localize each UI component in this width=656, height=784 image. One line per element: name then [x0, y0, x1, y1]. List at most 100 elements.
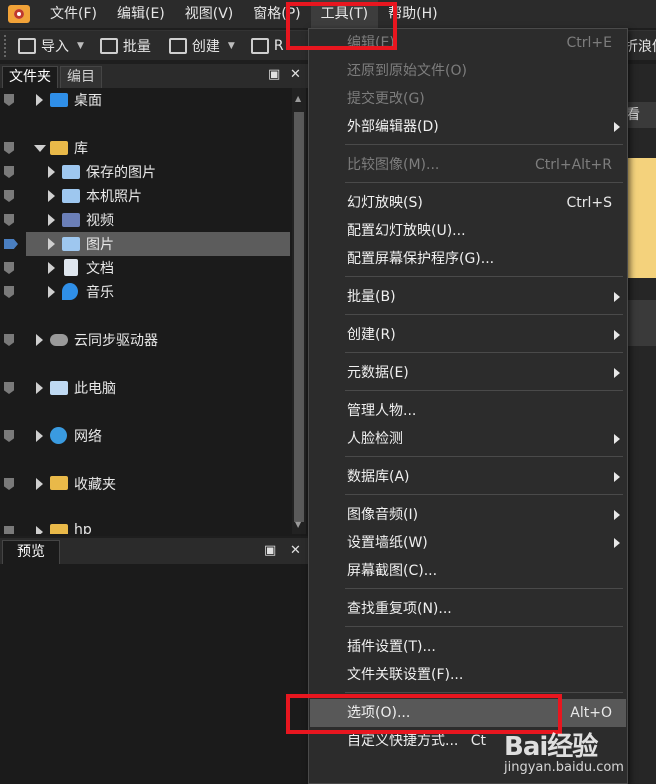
tree-item-documents[interactable]: 文档: [0, 256, 290, 280]
menu-item-batch[interactable]: 批量(B): [310, 283, 626, 311]
chevron-down-icon[interactable]: ▼: [77, 41, 84, 51]
expand-arrow-icon[interactable]: [36, 478, 43, 490]
tree-item-label: 库: [74, 141, 88, 157]
desktop-icon: [50, 93, 68, 107]
tree-item-this-pc[interactable]: 此电脑: [0, 376, 290, 400]
create-icon: [168, 37, 187, 54]
expand-arrow-icon[interactable]: [48, 190, 55, 202]
expand-arrow-icon[interactable]: [36, 94, 43, 106]
menu-item-metadata[interactable]: 元数据(E): [310, 359, 626, 387]
tree-item-saved-pictures[interactable]: 保存的图片: [0, 160, 290, 184]
submenu-arrow-icon: [614, 368, 620, 378]
import-button[interactable]: 导入 ▼: [14, 32, 94, 60]
tree-item-label: 图片: [86, 237, 114, 253]
pin-icon[interactable]: ▣: [268, 67, 280, 82]
menu-item-compare-images[interactable]: 比较图像(M)... Ctrl+Alt+R: [310, 151, 626, 179]
tree-item-hp[interactable]: hp: [0, 520, 290, 534]
shortcut-label: Ctrl+E: [566, 35, 613, 51]
annotation-box-tools-menu: [286, 2, 397, 50]
tree-item-local-photos[interactable]: 本机照片: [0, 184, 290, 208]
computer-icon: [50, 381, 68, 395]
bookmark-icon: [4, 190, 14, 202]
expand-arrow-icon[interactable]: [36, 334, 43, 346]
tree-item-music[interactable]: 音乐: [0, 280, 290, 304]
thumbnail[interactable]: [626, 158, 656, 278]
tree-item-label: 桌面: [74, 93, 102, 109]
menu-item-set-wallpaper[interactable]: 设置墙纸(W): [310, 529, 626, 557]
submenu-arrow-icon: [614, 292, 620, 302]
tab-preview[interactable]: 预览: [2, 540, 60, 564]
tools-menu: 编辑(E) Ctrl+E 还原到原始文件(O) 提交更改(G) 外部编辑器(D)…: [308, 28, 628, 784]
import-icon: [18, 37, 36, 54]
import-label: 导入: [41, 38, 69, 55]
submenu-arrow-icon: [614, 538, 620, 548]
menu-item-label: 配置幻灯放映(U)...: [347, 223, 466, 239]
tree-item-pictures[interactable]: 图片: [0, 232, 290, 256]
menu-view[interactable]: 视图(V): [175, 0, 244, 28]
expand-arrow-icon[interactable]: [48, 238, 55, 250]
chevron-down-icon[interactable]: ▼: [228, 41, 235, 51]
expand-arrow-icon[interactable]: [36, 526, 43, 534]
menu-item-find-duplicates[interactable]: 查找重复项(N)...: [310, 595, 626, 623]
scroll-down-icon[interactable]: ▼: [295, 520, 301, 529]
menu-item-commit-changes[interactable]: 提交更改(G): [310, 85, 626, 113]
overflow-button[interactable]: R: [247, 32, 288, 60]
menu-item-configure-screensaver[interactable]: 配置屏幕保护程序(G)...: [310, 245, 626, 273]
tree-item-label: 网络: [74, 429, 102, 445]
expand-arrow-icon[interactable]: [48, 214, 55, 226]
scrollbar-thumb[interactable]: [294, 112, 304, 522]
menu-item-file-association[interactable]: 文件关联设置(F)...: [310, 661, 626, 689]
menu-item-label: 设置墙纸(W): [347, 535, 428, 551]
cloud-icon: [50, 334, 68, 346]
menu-item-database[interactable]: 数据库(A): [310, 463, 626, 491]
shortcut-label: Ctrl+Alt+R: [534, 157, 612, 173]
menu-item-label: 文件关联设置(F)...: [347, 667, 464, 683]
tree-item-network[interactable]: 网络: [0, 424, 290, 448]
close-icon[interactable]: ✕: [290, 543, 301, 558]
bookmark-icon: [4, 382, 14, 394]
pictures-icon: [62, 165, 80, 179]
bookmark-icon: [4, 94, 14, 106]
scroll-up-icon[interactable]: ▲: [295, 94, 301, 103]
menu-item-label: 人脸检测: [347, 431, 403, 447]
expand-arrow-icon[interactable]: [48, 286, 55, 298]
menu-item-face-detection[interactable]: 人脸检测: [310, 425, 626, 453]
tree-item-cloud-drive[interactable]: 云同步驱动器: [0, 328, 290, 352]
menu-separator: [345, 456, 623, 457]
overflow-label: R: [273, 37, 284, 54]
menu-item-create[interactable]: 创建(R): [310, 321, 626, 349]
menu-item-screen-capture[interactable]: 屏幕截图(C)...: [310, 557, 626, 585]
tree-item-library[interactable]: 库: [0, 136, 290, 160]
menu-item-plugin-settings[interactable]: 插件设置(T)...: [310, 633, 626, 661]
library-folder-icon: [50, 141, 68, 155]
pin-icon[interactable]: ▣: [264, 543, 276, 558]
menu-item-manage-people[interactable]: 管理人物...: [310, 397, 626, 425]
menu-item-revert-original[interactable]: 还原到原始文件(O): [310, 57, 626, 85]
tab-catalog[interactable]: 编目: [60, 66, 102, 88]
tree-item-desktop[interactable]: 桌面: [0, 88, 290, 112]
expand-arrow-icon[interactable]: [48, 262, 55, 274]
menu-edit[interactable]: 编辑(E): [107, 0, 175, 28]
menu-item-image-audio[interactable]: 图像音频(I): [310, 501, 626, 529]
tree-scrollbar[interactable]: ▲ ▼: [292, 88, 306, 534]
menu-separator: [345, 144, 623, 145]
collapse-arrow-icon[interactable]: [34, 145, 46, 152]
menu-item-external-editors[interactable]: 外部编辑器(D): [310, 113, 626, 141]
tab-folders[interactable]: 文件夹: [2, 66, 58, 88]
menu-item-label: 外部编辑器(D): [347, 119, 439, 135]
create-button[interactable]: 创建 ▼: [165, 32, 245, 60]
toolbar-grip[interactable]: [4, 34, 8, 57]
batch-button[interactable]: 批量: [96, 32, 155, 60]
menu-item-slideshow[interactable]: 幻灯放映(S) Ctrl+S: [310, 189, 626, 217]
tree-item-videos[interactable]: 视频: [0, 208, 290, 232]
expand-arrow-icon[interactable]: [48, 166, 55, 178]
tree-item-favorites[interactable]: 收藏夹: [0, 472, 290, 496]
expand-arrow-icon[interactable]: [36, 382, 43, 394]
expand-arrow-icon[interactable]: [36, 430, 43, 442]
preview-panel: 预览 ▣ ✕: [0, 538, 310, 784]
favorites-folder-icon: [50, 476, 68, 490]
menu-item-configure-slideshow[interactable]: 配置幻灯放映(U)...: [310, 217, 626, 245]
close-icon[interactable]: ✕: [290, 67, 301, 82]
menu-separator: [345, 352, 623, 353]
menu-file[interactable]: 文件(F): [40, 0, 107, 28]
